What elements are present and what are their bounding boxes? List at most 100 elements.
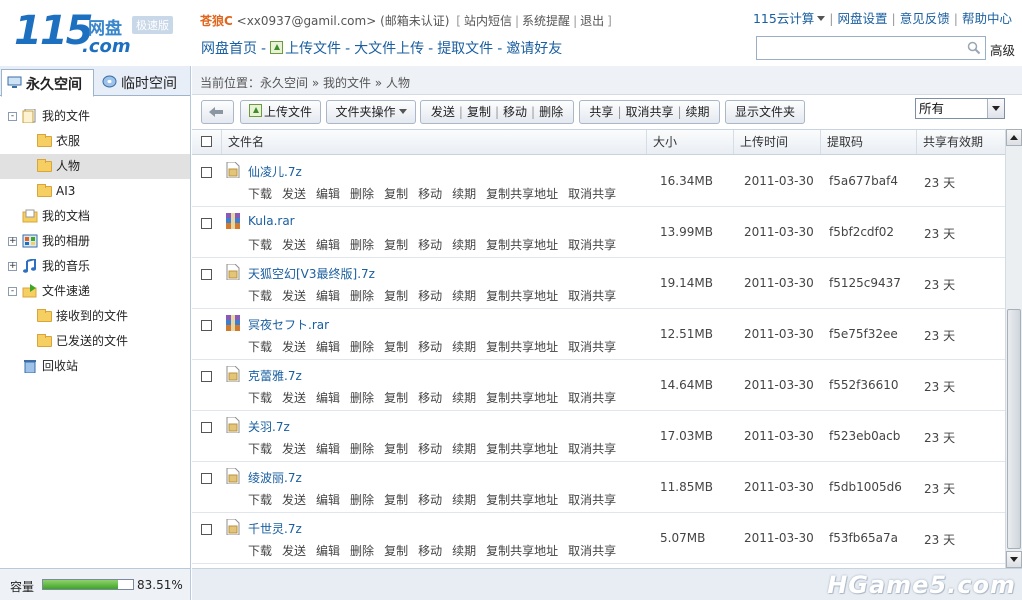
renew-button[interactable]: 续期 (686, 105, 710, 119)
row-checkbox[interactable] (201, 269, 212, 280)
tree-item-recycle-bin[interactable]: 回收站 (0, 354, 190, 379)
row-action[interactable]: 删除 (350, 187, 374, 201)
col-upload-time[interactable]: 上传时间 (733, 130, 820, 154)
row-action[interactable]: 续期 (452, 340, 476, 354)
scroll-thumb[interactable] (1007, 309, 1021, 549)
file-name-link[interactable]: 冥夜セフト.rar (248, 316, 329, 333)
row-action[interactable]: 移动 (418, 442, 442, 456)
file-name-link[interactable]: 仙凌儿.7z (248, 163, 302, 180)
row-action[interactable]: 发送 (282, 187, 306, 201)
tree-item-my-album[interactable]: + 我的相册 (0, 229, 190, 254)
row-checkbox[interactable] (201, 473, 212, 484)
row-checkbox[interactable] (201, 167, 212, 178)
row-action[interactable]: 发送 (282, 391, 306, 405)
send-button[interactable]: 发送 (431, 105, 455, 119)
col-share-validity[interactable]: 共享有效期 (916, 130, 1005, 154)
row-action[interactable]: 续期 (452, 187, 476, 201)
advanced-search-link[interactable]: 高级 (990, 40, 1015, 59)
table-row[interactable]: 天狐空幻[V3最终版].7z 下载 发送 编辑 删除 复制 移动 续期 复制共享地址 取消共享 19… (192, 258, 1005, 309)
col-code[interactable]: 提取码 (820, 130, 916, 154)
row-action[interactable]: 取消共享 (568, 544, 616, 558)
row-action[interactable]: 复制 (384, 187, 408, 201)
row-checkbox[interactable] (201, 371, 212, 382)
row-action[interactable]: 移动 (418, 289, 442, 303)
row-action[interactable]: 删除 (350, 493, 374, 507)
row-action[interactable]: 续期 (452, 544, 476, 558)
col-filename[interactable]: 文件名 (221, 130, 648, 154)
row-action[interactable]: 下载 (248, 544, 272, 558)
tree-item-characters[interactable]: 人物 (0, 154, 190, 179)
row-action[interactable]: 编辑 (316, 493, 340, 507)
notifications-link[interactable]: 系统提醒 (522, 14, 570, 28)
search-icon[interactable] (967, 41, 981, 55)
feedback-link[interactable]: 意见反馈 (900, 11, 950, 26)
table-row[interactable]: 克蕾雅.7z 下载 发送 编辑 删除 复制 移动 续期 复制共享地址 取消共享 14.64MB 201… (192, 360, 1005, 411)
row-action[interactable]: 删除 (350, 391, 374, 405)
tree-item-sent-files[interactable]: 已发送的文件 (0, 329, 190, 354)
row-action[interactable]: 下载 (248, 442, 272, 456)
row-action[interactable]: 删除 (350, 238, 374, 252)
row-action[interactable]: 删除 (350, 544, 374, 558)
file-name-link[interactable]: 千世灵.7z (248, 520, 302, 537)
row-checkbox[interactable] (201, 320, 212, 331)
row-action[interactable]: 下载 (248, 187, 272, 201)
row-action[interactable]: 编辑 (316, 391, 340, 405)
file-name-link[interactable]: 天狐空幻[V3最终版].7z (248, 265, 375, 282)
table-row[interactable]: 千世灵.7z 下载 发送 编辑 删除 复制 移动 续期 复制共享地址 取消共享 5.07MB 2011… (192, 513, 1005, 564)
chevron-down-icon[interactable] (987, 99, 1004, 118)
row-action[interactable]: 取消共享 (568, 289, 616, 303)
table-row[interactable]: 绫波丽.7z 下载 发送 编辑 删除 复制 移动 续期 复制共享地址 取消共享 11.85MB 201… (192, 462, 1005, 513)
row-action[interactable]: 移动 (418, 340, 442, 354)
tree-item-my-music[interactable]: + 我的音乐 (0, 254, 190, 279)
table-row[interactable]: 冥夜セフト.rar 下载 发送 编辑 删除 复制 移动 续期 复制共享地址 取消共享 12.51MB… (192, 309, 1005, 360)
share-button[interactable]: 共享 (589, 105, 613, 119)
row-action[interactable]: 编辑 (316, 340, 340, 354)
scroll-down-icon[interactable] (1006, 551, 1022, 568)
row-action[interactable]: 复制 (384, 493, 408, 507)
row-action[interactable]: 移动 (418, 544, 442, 558)
row-action[interactable]: 删除 (350, 340, 374, 354)
row-action[interactable]: 复制 (384, 289, 408, 303)
row-action[interactable]: 复制 (384, 391, 408, 405)
search-input[interactable] (756, 36, 986, 60)
row-action[interactable]: 下载 (248, 391, 272, 405)
upload-file-button[interactable]: 上传文件 (240, 100, 321, 124)
row-action[interactable]: 发送 (282, 493, 306, 507)
scroll-up-icon[interactable] (1006, 129, 1022, 146)
row-action[interactable]: 下载 (248, 340, 272, 354)
tree-item-my-documents[interactable]: 我的文档 (0, 204, 190, 229)
row-checkbox[interactable] (201, 524, 212, 535)
row-checkbox[interactable] (201, 218, 212, 229)
row-action[interactable]: 复制共享地址 (486, 544, 558, 558)
row-action[interactable]: 发送 (282, 340, 306, 354)
messages-link[interactable]: 站内短信 (464, 14, 512, 28)
expand-icon[interactable]: + (8, 237, 17, 246)
tab-permanent-space[interactable]: 永久空间 (1, 69, 94, 97)
row-action[interactable]: 发送 (282, 544, 306, 558)
unshare-button[interactable]: 取消共享 (625, 105, 673, 119)
row-action[interactable]: 发送 (282, 238, 306, 252)
cloud-menu[interactable]: 115云计算 (753, 11, 814, 26)
row-action[interactable]: 下载 (248, 238, 272, 252)
tab-temporary-space[interactable]: 临时空间 (97, 69, 189, 97)
collapse-icon[interactable]: - (8, 287, 17, 296)
nav-upload[interactable]: 上传文件 (285, 41, 341, 57)
tree-item-clothes[interactable]: 衣服 (0, 129, 190, 154)
tree-item-my-files[interactable]: - 我的文件 (0, 104, 190, 129)
row-action[interactable]: 续期 (452, 238, 476, 252)
row-action[interactable]: 编辑 (316, 238, 340, 252)
nav-extract[interactable]: 提取文件 (437, 41, 493, 57)
row-action[interactable]: 复制共享地址 (486, 391, 558, 405)
copy-button[interactable]: 复制 (467, 105, 491, 119)
logout-link[interactable]: 退出 (580, 14, 604, 28)
expand-icon[interactable]: + (8, 262, 17, 271)
tree-item-ai3[interactable]: AI3 (0, 179, 190, 204)
col-size[interactable]: 大小 (646, 130, 734, 154)
collapse-icon[interactable]: - (8, 112, 17, 121)
row-action[interactable]: 复制共享地址 (486, 442, 558, 456)
settings-link[interactable]: 网盘设置 (838, 11, 888, 26)
move-button[interactable]: 移动 (503, 105, 527, 119)
file-name-link[interactable]: 关羽.7z (248, 418, 290, 435)
row-action[interactable]: 编辑 (316, 289, 340, 303)
row-action[interactable]: 移动 (418, 493, 442, 507)
